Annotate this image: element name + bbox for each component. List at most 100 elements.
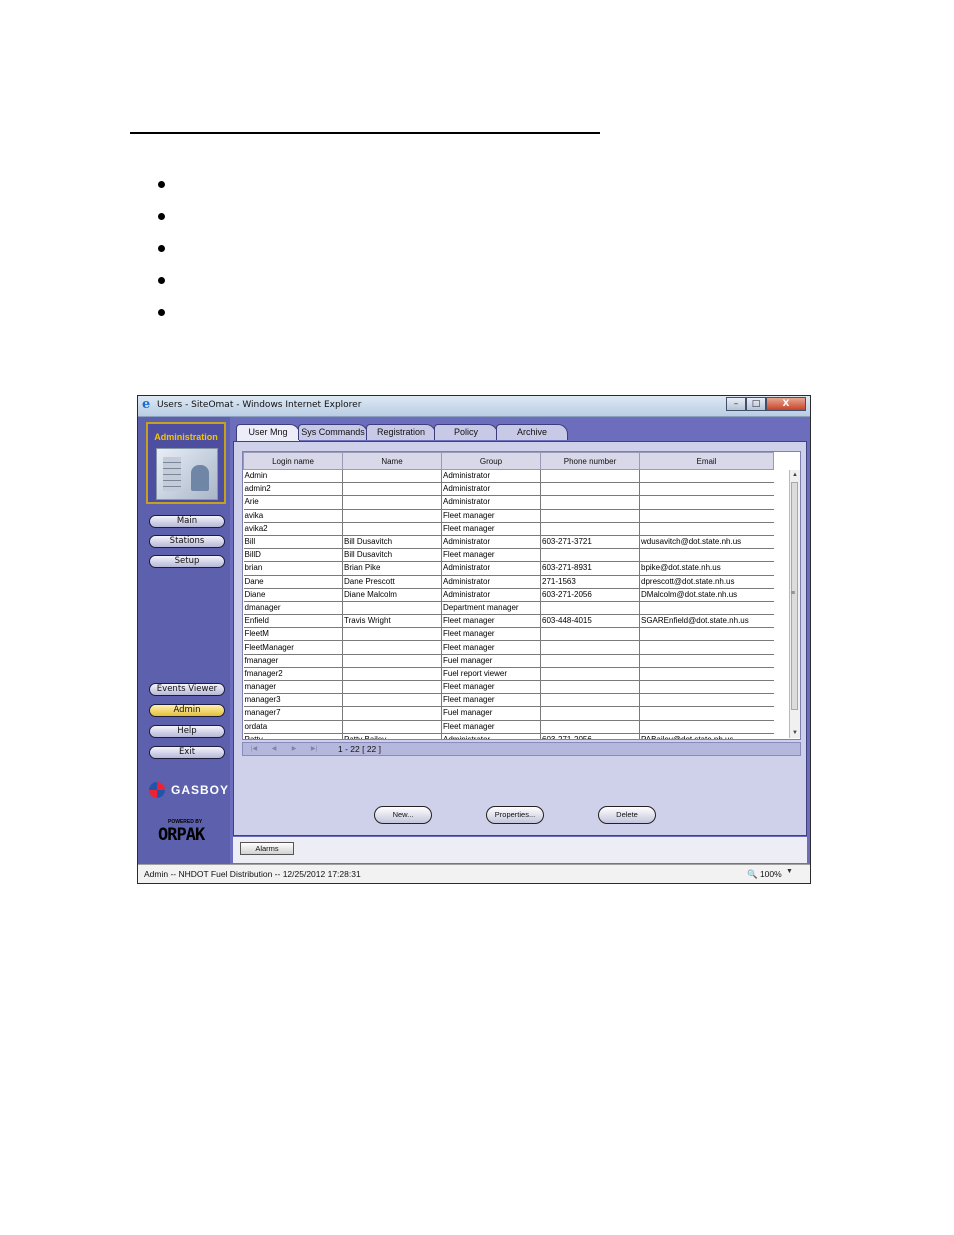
table-cell: Fleet manager <box>441 693 541 708</box>
table-cell: Fleet manager <box>441 509 541 523</box>
table-cell: admin2 <box>243 482 343 497</box>
window-titlebar[interactable]: e Users - SiteOmat - Windows Internet Ex… <box>138 396 810 417</box>
table-cell <box>540 667 640 682</box>
column-header[interactable]: Group <box>441 452 541 470</box>
table-row[interactable]: Patty Patty Bailey Administrator 603-271-20… <box>243 733 774 739</box>
alarms-button[interactable]: Alarms <box>240 842 294 855</box>
table-cell <box>639 706 774 721</box>
table-cell <box>639 654 774 668</box>
table-row[interactable]: avika Fleet manager <box>243 509 774 523</box>
orpak-logo: POWERED BY ORPAK <box>158 819 220 847</box>
table-row[interactable]: Admin Administrator <box>243 469 774 484</box>
tab-policy[interactable]: Policy <box>434 424 498 440</box>
table-row[interactable]: manager Fleet manager <box>243 680 774 695</box>
gasboy-wordmark: GASBOY <box>171 783 230 797</box>
window-title: Users - SiteOmat - Windows Internet Expl… <box>157 400 362 410</box>
table-row[interactable]: Arie Administrator <box>243 495 774 510</box>
gasboy-logo: GASBOY <box>149 779 229 801</box>
scroll-down-icon[interactable]: ▼ <box>790 728 800 738</box>
table-row[interactable]: dmanager Department manager <box>243 601 774 616</box>
table-cell: Travis Wright <box>342 614 442 629</box>
scroll-up-icon[interactable]: ▲ <box>790 470 800 480</box>
vertical-scrollbar[interactable]: ▲ ≡ ▼ <box>789 470 800 738</box>
nav-admin-button[interactable]: Admin <box>149 704 225 717</box>
table-cell: avika2 <box>243 522 343 536</box>
table-row[interactable]: Dane Dane Prescott Administrator 271-1563 dp… <box>243 575 774 589</box>
bullet-dot-icon <box>158 181 165 188</box>
table-cell: fmanager2 <box>243 667 343 682</box>
table-cell: Administrator <box>441 733 541 739</box>
nav-help-button[interactable]: Help <box>149 725 225 738</box>
next-page-icon[interactable]: ▶ <box>287 744 301 754</box>
nav-exit-button[interactable]: Exit <box>149 746 225 759</box>
window-controls: – □ X <box>726 397 806 412</box>
tab-sys-commands[interactable]: Sys Commands <box>298 424 368 440</box>
table-cell: bpike@dot.state.nh.us <box>639 561 774 576</box>
sidebar-section-title: Administration <box>154 432 218 442</box>
table-cell: avika <box>243 509 343 523</box>
nav-setup-button[interactable]: Setup <box>149 555 225 568</box>
table-row[interactable]: ordata Fleet manager <box>243 720 774 734</box>
table-cell: Bill <box>243 535 343 550</box>
alarms-bar: Alarms <box>233 837 807 863</box>
table-row[interactable]: admin2 Administrator <box>243 482 774 497</box>
table-cell <box>540 640 640 655</box>
last-page-icon[interactable]: ▶| <box>307 744 321 754</box>
users-table: Login name Name Group Phone number Email… <box>242 451 801 740</box>
table-cell <box>540 548 640 563</box>
table-row[interactable]: Bill Bill Dusavitch Administrator 603-271-3… <box>243 535 774 550</box>
column-header[interactable]: Email <box>639 452 774 470</box>
table-cell: Department manager <box>441 601 541 616</box>
table-row[interactable]: manager3 Fleet manager <box>243 693 774 708</box>
column-header[interactable]: Phone number <box>540 452 640 470</box>
table-cell <box>342 482 442 497</box>
table-cell: Administrator <box>441 561 541 576</box>
table-cell: 603-271-2056 <box>540 588 640 602</box>
table-cell: ordata <box>243 720 343 734</box>
table-row[interactable]: manager7 Fuel manager <box>243 706 774 721</box>
server-rack-icon <box>163 457 181 491</box>
table-cell <box>342 654 442 668</box>
table-cell: Bill Dusavitch <box>342 535 442 550</box>
table-row[interactable]: Enfield Travis Wright Fleet manager 603-448… <box>243 614 774 629</box>
zoom-level[interactable]: 🔍 100% <box>747 869 782 880</box>
table-cell <box>540 509 640 523</box>
table-row[interactable]: BillD Bill Dusavitch Fleet manager <box>243 548 774 563</box>
table-cell: Fleet manager <box>441 548 541 563</box>
table-cell <box>342 667 442 682</box>
minimize-button[interactable]: – <box>726 397 746 411</box>
table-cell <box>540 482 640 497</box>
bullet-dot-icon <box>158 245 165 252</box>
nav-stations-button[interactable]: Stations <box>149 535 225 548</box>
nav-main-button[interactable]: Main <box>149 515 225 528</box>
table-cell: Fleet manager <box>441 720 541 734</box>
first-page-icon[interactable]: |◀ <box>247 744 261 754</box>
tab-archive[interactable]: Archive <box>496 424 568 440</box>
column-header[interactable]: Login name <box>243 452 343 470</box>
column-header[interactable]: Name <box>342 452 442 470</box>
tab-registration[interactable]: Registration <box>366 424 436 440</box>
table-cell: Administrator <box>441 482 541 497</box>
table-cell: Dane <box>243 575 343 589</box>
new-button[interactable]: New... <box>374 806 432 824</box>
table-cell <box>540 469 640 484</box>
table-row[interactable]: brian Brian Pike Administrator 603-271-8931… <box>243 561 774 576</box>
table-cell <box>639 680 774 695</box>
delete-button[interactable]: Delete <box>598 806 656 824</box>
zoom-dropdown-icon[interactable]: ▼ <box>786 868 793 875</box>
table-row[interactable]: FleetM Fleet manager <box>243 627 774 642</box>
table-cell: Fuel manager <box>441 706 541 721</box>
table-row[interactable]: fmanager Fuel manager <box>243 654 774 668</box>
browser-window: e Users - SiteOmat - Windows Internet Ex… <box>137 395 811 884</box>
table-row[interactable]: FleetManager Fleet manager <box>243 640 774 655</box>
table-row[interactable]: fmanager2 Fuel report viewer <box>243 667 774 682</box>
table-cell <box>342 720 442 734</box>
properties-button[interactable]: Properties... <box>486 806 544 824</box>
table-row[interactable]: Diane Diane Malcolm Administrator 603-271-2… <box>243 588 774 602</box>
table-row[interactable]: avika2 Fleet manager <box>243 522 774 536</box>
previous-page-icon[interactable]: ◀ <box>267 744 281 754</box>
close-button[interactable]: X <box>766 397 806 411</box>
nav-events-viewer-button[interactable]: Events Viewer <box>149 683 225 696</box>
maximize-button[interactable]: □ <box>746 397 766 411</box>
tab-user-mng[interactable]: User Mng <box>236 424 300 441</box>
